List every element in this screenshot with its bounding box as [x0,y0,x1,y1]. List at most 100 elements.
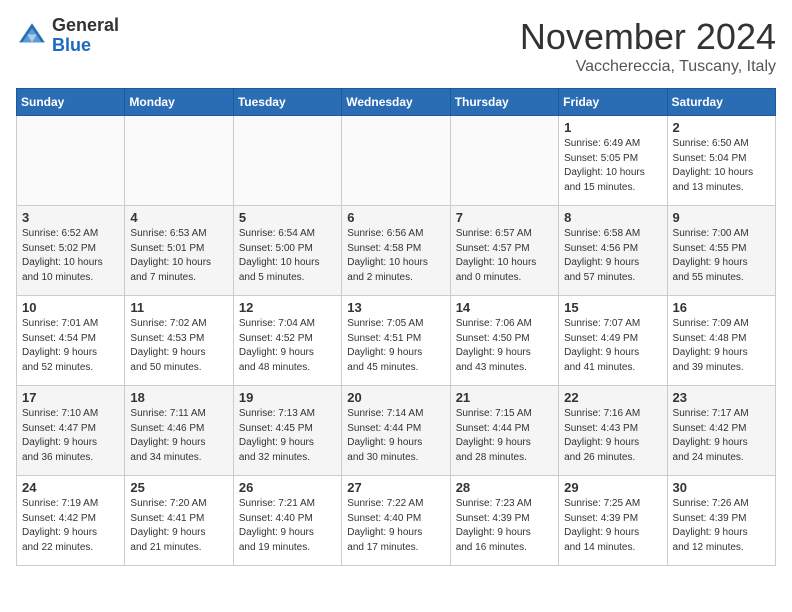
day-number: 13 [347,300,444,315]
calendar-cell: 2Sunrise: 6:50 AM Sunset: 5:04 PM Daylig… [667,116,775,206]
day-number: 2 [673,120,770,135]
day-info: Sunrise: 7:22 AM Sunset: 4:40 PM Dayligh… [347,497,444,555]
day-number: 23 [673,390,770,405]
day-info: Sunrise: 7:23 AM Sunset: 4:39 PM Dayligh… [456,497,553,555]
day-number: 4 [130,210,227,225]
day-number: 16 [673,300,770,315]
day-info: Sunrise: 6:49 AM Sunset: 5:05 PM Dayligh… [564,137,661,195]
day-number: 21 [456,390,553,405]
weekday-header: Friday [559,89,667,116]
day-info: Sunrise: 7:14 AM Sunset: 4:44 PM Dayligh… [347,407,444,465]
calendar-cell: 26Sunrise: 7:21 AM Sunset: 4:40 PM Dayli… [233,476,341,566]
day-info: Sunrise: 7:09 AM Sunset: 4:48 PM Dayligh… [673,317,770,375]
day-info: Sunrise: 7:06 AM Sunset: 4:50 PM Dayligh… [456,317,553,375]
day-info: Sunrise: 6:54 AM Sunset: 5:00 PM Dayligh… [239,227,336,285]
day-info: Sunrise: 7:07 AM Sunset: 4:49 PM Dayligh… [564,317,661,375]
calendar-cell: 18 Sunrise: 7:11 AM Sunset: 4:46 PM Dayli… [125,386,233,476]
day-info: Sunrise: 7:11 AM Sunset: 4:46 PM Dayligh… [130,407,227,465]
calendar-week-row: 10 Sunrise: 7:01 AM Sunset: 4:54 PM Dayli… [17,296,776,386]
day-number: 25 [130,480,227,495]
day-number: 8 [564,210,661,225]
day-number: 22 [564,390,661,405]
day-number: 26 [239,480,336,495]
calendar-week-row: 17 Sunrise: 7:10 AM Sunset: 4:47 PM Dayli… [17,386,776,476]
day-number: 6 [347,210,444,225]
weekday-header: Thursday [450,89,558,116]
day-info: Sunrise: 6:56 AM Sunset: 4:58 PM Dayligh… [347,227,444,285]
day-info: Sunrise: 7:13 AM Sunset: 4:45 PM Dayligh… [239,407,336,465]
day-info: Sunrise: 7:02 AM Sunset: 4:53 PM Dayligh… [130,317,227,375]
day-number: 5 [239,210,336,225]
day-number: 19 [239,390,336,405]
calendar-cell: 14 Sunrise: 7:06 AM Sunset: 4:50 PM Dayli… [450,296,558,386]
day-info: Sunrise: 7:05 AM Sunset: 4:51 PM Dayligh… [347,317,444,375]
day-number: 15 [564,300,661,315]
calendar-cell: 22 Sunrise: 7:16 AM Sunset: 4:43 PM Dayli… [559,386,667,476]
calendar-cell [342,116,450,206]
calendar-cell [450,116,558,206]
day-info: Sunrise: 7:04 AM Sunset: 4:52 PM Dayligh… [239,317,336,375]
calendar-cell: 1 Sunrise: 6:49 AM Sunset: 5:05 PM Daylig… [559,116,667,206]
calendar-cell: 16 Sunrise: 7:09 AM Sunset: 4:48 PM Dayli… [667,296,775,386]
day-info: Sunrise: 7:26 AM Sunset: 4:39 PM Dayligh… [673,497,770,555]
day-info: Sunrise: 7:25 AM Sunset: 4:39 PM Dayligh… [564,497,661,555]
day-number: 28 [456,480,553,495]
calendar-cell: 24Sunrise: 7:19 AM Sunset: 4:42 PM Dayli… [17,476,125,566]
calendar-cell [125,116,233,206]
day-number: 3 [22,210,119,225]
day-number: 1 [564,120,661,135]
day-info: Sunrise: 7:20 AM Sunset: 4:41 PM Dayligh… [130,497,227,555]
page-header: General Blue November 2024 Vacchereccia,… [16,16,776,76]
day-info: Sunrise: 7:16 AM Sunset: 4:43 PM Dayligh… [564,407,661,465]
day-number: 27 [347,480,444,495]
day-info: Sunrise: 7:15 AM Sunset: 4:44 PM Dayligh… [456,407,553,465]
calendar-cell [233,116,341,206]
day-number: 10 [22,300,119,315]
day-number: 11 [130,300,227,315]
calendar-cell: 28 Sunrise: 7:23 AM Sunset: 4:39 PM Dayli… [450,476,558,566]
day-number: 30 [673,480,770,495]
calendar-week-row: 24Sunrise: 7:19 AM Sunset: 4:42 PM Dayli… [17,476,776,566]
calendar-cell: 12 Sunrise: 7:04 AM Sunset: 4:52 PM Dayli… [233,296,341,386]
calendar-cell: 6 Sunrise: 6:56 AM Sunset: 4:58 PM Daylig… [342,206,450,296]
calendar-cell: 25 Sunrise: 7:20 AM Sunset: 4:41 PM Dayli… [125,476,233,566]
calendar-cell: 29 Sunrise: 7:25 AM Sunset: 4:39 PM Dayli… [559,476,667,566]
day-number: 7 [456,210,553,225]
title-block: November 2024 Vacchereccia, Tuscany, Ita… [520,16,776,76]
calendar-cell: 8 Sunrise: 6:58 AM Sunset: 4:56 PM Daylig… [559,206,667,296]
logo-text: General Blue [52,16,119,56]
calendar-cell: 19 Sunrise: 7:13 AM Sunset: 4:45 PM Dayli… [233,386,341,476]
logo: General Blue [16,16,119,56]
calendar-week-row: 1 Sunrise: 6:49 AM Sunset: 5:05 PM Daylig… [17,116,776,206]
day-info: Sunrise: 6:57 AM Sunset: 4:57 PM Dayligh… [456,227,553,285]
day-number: 14 [456,300,553,315]
day-info: Sunrise: 7:10 AM Sunset: 4:47 PM Dayligh… [22,407,119,465]
day-number: 12 [239,300,336,315]
day-number: 9 [673,210,770,225]
calendar-cell: 23Sunrise: 7:17 AM Sunset: 4:42 PM Dayli… [667,386,775,476]
weekday-header: Sunday [17,89,125,116]
calendar-cell: 20Sunrise: 7:14 AM Sunset: 4:44 PM Dayli… [342,386,450,476]
day-info: Sunrise: 7:00 AM Sunset: 4:55 PM Dayligh… [673,227,770,285]
calendar-cell: 15 Sunrise: 7:07 AM Sunset: 4:49 PM Dayli… [559,296,667,386]
day-info: Sunrise: 6:58 AM Sunset: 4:56 PM Dayligh… [564,227,661,285]
calendar-cell: 30 Sunrise: 7:26 AM Sunset: 4:39 PM Dayli… [667,476,775,566]
calendar-cell [17,116,125,206]
day-info: Sunrise: 7:19 AM Sunset: 4:42 PM Dayligh… [22,497,119,555]
calendar-cell: 13 Sunrise: 7:05 AM Sunset: 4:51 PM Dayli… [342,296,450,386]
calendar-cell: 9 Sunrise: 7:00 AM Sunset: 4:55 PM Daylig… [667,206,775,296]
weekday-header: Wednesday [342,89,450,116]
weekday-header: Monday [125,89,233,116]
calendar-cell: 27 Sunrise: 7:22 AM Sunset: 4:40 PM Dayli… [342,476,450,566]
weekday-header: Tuesday [233,89,341,116]
day-number: 29 [564,480,661,495]
location-subtitle: Vacchereccia, Tuscany, Italy [520,58,776,76]
day-info: Sunrise: 6:52 AM Sunset: 5:02 PM Dayligh… [22,227,119,285]
calendar-cell: 10 Sunrise: 7:01 AM Sunset: 4:54 PM Dayli… [17,296,125,386]
day-number: 17 [22,390,119,405]
calendar-cell: 17 Sunrise: 7:10 AM Sunset: 4:47 PM Dayli… [17,386,125,476]
day-number: 18 [130,390,227,405]
calendar-cell: 3 Sunrise: 6:52 AM Sunset: 5:02 PM Daylig… [17,206,125,296]
calendar-week-row: 3 Sunrise: 6:52 AM Sunset: 5:02 PM Daylig… [17,206,776,296]
day-info: Sunrise: 7:01 AM Sunset: 4:54 PM Dayligh… [22,317,119,375]
